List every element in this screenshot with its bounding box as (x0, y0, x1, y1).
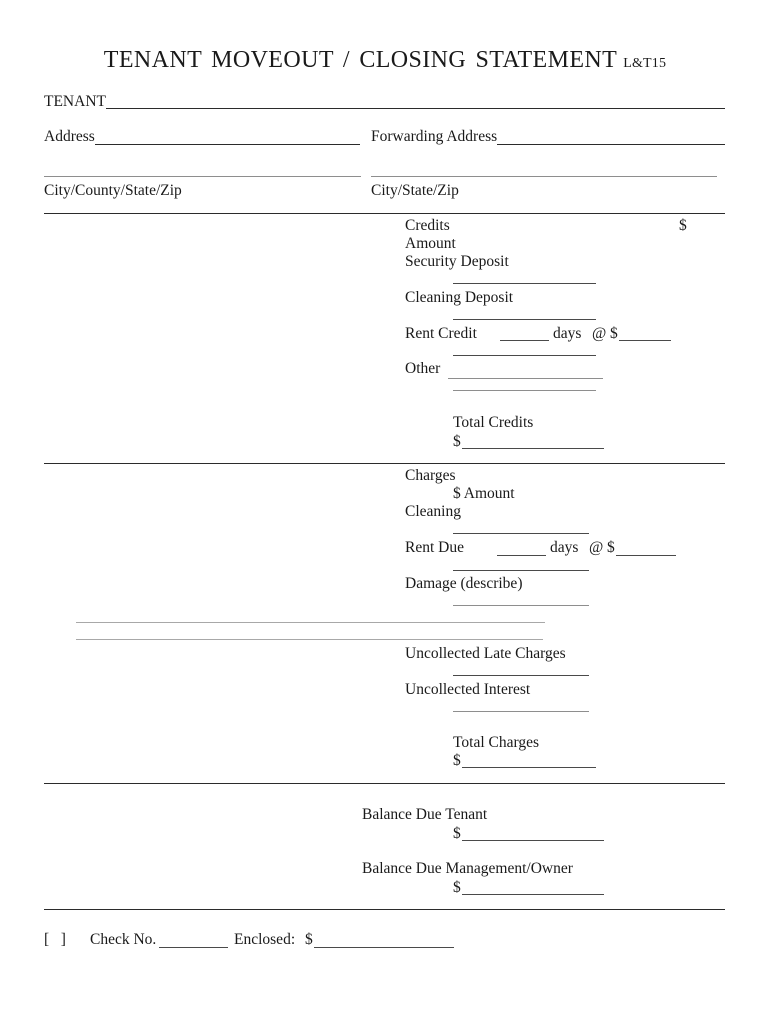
balance-section-divider (44, 783, 725, 784)
address-label: Address (44, 128, 95, 145)
balance-due-tenant-currency-symbol: $ (453, 825, 461, 842)
check-no-input-line[interactable] (159, 947, 228, 948)
page-title: TENANT MOVEOUT / CLOSING STATEMENT L&T15 (0, 47, 770, 74)
city-county-state-zip-input-line[interactable] (44, 176, 361, 177)
credits-rent-credit-days-word: days (553, 325, 582, 342)
credits-rent-credit-days-input-line[interactable] (500, 340, 549, 341)
balance-due-tenant-input-line[interactable] (462, 840, 604, 841)
credits-rent-credit-at-symbol: @ (592, 325, 607, 342)
charges-row-uncollected-interest-label: Uncollected Interest (405, 681, 531, 698)
charges-rent-due-currency-symbol: $ (607, 539, 615, 556)
credits-row-rent-credit-label: Rent Credit (405, 325, 477, 342)
credits-currency-symbol: $ (679, 217, 687, 234)
enclosed-currency-symbol: $ (305, 931, 313, 948)
charges-row-cleaning-label: Cleaning (405, 503, 461, 520)
credits-row-security-deposit-input-line[interactable] (453, 283, 596, 284)
charges-damage-input-line-1[interactable] (453, 605, 589, 606)
tenant-input-line[interactable] (106, 108, 725, 109)
address-input-line[interactable] (95, 144, 360, 145)
charges-row-uncollected-late-charges-label: Uncollected Late Charges (405, 645, 566, 662)
charges-rent-due-at-symbol: @ (589, 539, 604, 556)
credits-row-cleaning-deposit-input-line[interactable] (453, 319, 596, 320)
charges-amount-label: $ Amount (453, 485, 515, 502)
city-state-zip-label: City/State/Zip (371, 182, 459, 199)
credits-row-other-label: Other (405, 360, 441, 377)
city-county-state-zip-label: City/County/State/Zip (44, 182, 182, 199)
credits-heading: Credits (405, 217, 450, 234)
city-state-zip-input-line[interactable] (371, 176, 717, 177)
forwarding-address-input-line[interactable] (497, 144, 725, 145)
charges-total-input-line[interactable] (462, 767, 596, 768)
charges-rent-due-days-input-line[interactable] (497, 555, 546, 556)
charges-row-rent-due-label: Rent Due (405, 539, 464, 556)
credits-rent-credit-rate-input-line[interactable] (619, 340, 671, 341)
charges-damage-description-line-1[interactable] (76, 622, 545, 623)
charges-total-currency-symbol: $ (453, 752, 461, 769)
check-enclosed-checkbox[interactable]: [ ] (44, 932, 66, 948)
charges-rent-due-rate-input-line[interactable] (616, 555, 676, 556)
credits-row-other-input-line[interactable] (448, 378, 603, 379)
charges-row-damage-label: Damage (describe) (405, 575, 523, 592)
enclosed-amount-input-line[interactable] (314, 947, 454, 948)
form-page: TENANT MOVEOUT / CLOSING STATEMENT L&T15 … (0, 0, 770, 1024)
charges-total-label: Total Charges (453, 734, 540, 751)
balance-due-tenant-label: Balance Due Tenant (362, 806, 488, 823)
credits-row-other-extra-line[interactable] (453, 390, 596, 391)
charges-damage-upper-line[interactable] (453, 570, 589, 571)
credits-row-cleaning-deposit-label: Cleaning Deposit (405, 289, 514, 306)
tenant-label: TENANT (44, 93, 106, 110)
credits-total-input-line[interactable] (462, 448, 604, 449)
balance-due-management-input-line[interactable] (462, 894, 604, 895)
credits-rent-credit-currency-symbol: $ (610, 325, 618, 342)
enclosed-label: Enclosed: (234, 931, 296, 948)
page-title-text: TENANT MOVEOUT / CLOSING STATEMENT (103, 47, 618, 73)
charges-row-cleaning-input-line[interactable] (453, 533, 589, 534)
charges-uncollected-interest-input-line[interactable] (453, 711, 589, 712)
credits-amount-label: Amount (405, 235, 456, 252)
footer-divider (44, 909, 725, 910)
credits-section-divider (44, 213, 725, 214)
charges-rent-due-days-word: days (550, 539, 579, 556)
credits-row-security-deposit-label: Security Deposit (405, 253, 509, 270)
credits-total-label: Total Credits (453, 414, 534, 431)
check-no-label: Check No. (90, 931, 157, 948)
charges-heading: Charges (405, 467, 456, 484)
charges-damage-description-line-2[interactable] (76, 639, 543, 640)
balance-due-management-currency-symbol: $ (453, 879, 461, 896)
form-code-label: L&T15 (623, 56, 667, 71)
credits-row-other-upper-line[interactable] (453, 355, 596, 356)
charges-uncollected-late-charges-input-line[interactable] (453, 675, 589, 676)
balance-due-management-label: Balance Due Management/Owner (362, 860, 573, 877)
forwarding-address-label: Forwarding Address (371, 128, 498, 145)
charges-section-divider (44, 463, 725, 464)
credits-total-currency-symbol: $ (453, 433, 461, 450)
